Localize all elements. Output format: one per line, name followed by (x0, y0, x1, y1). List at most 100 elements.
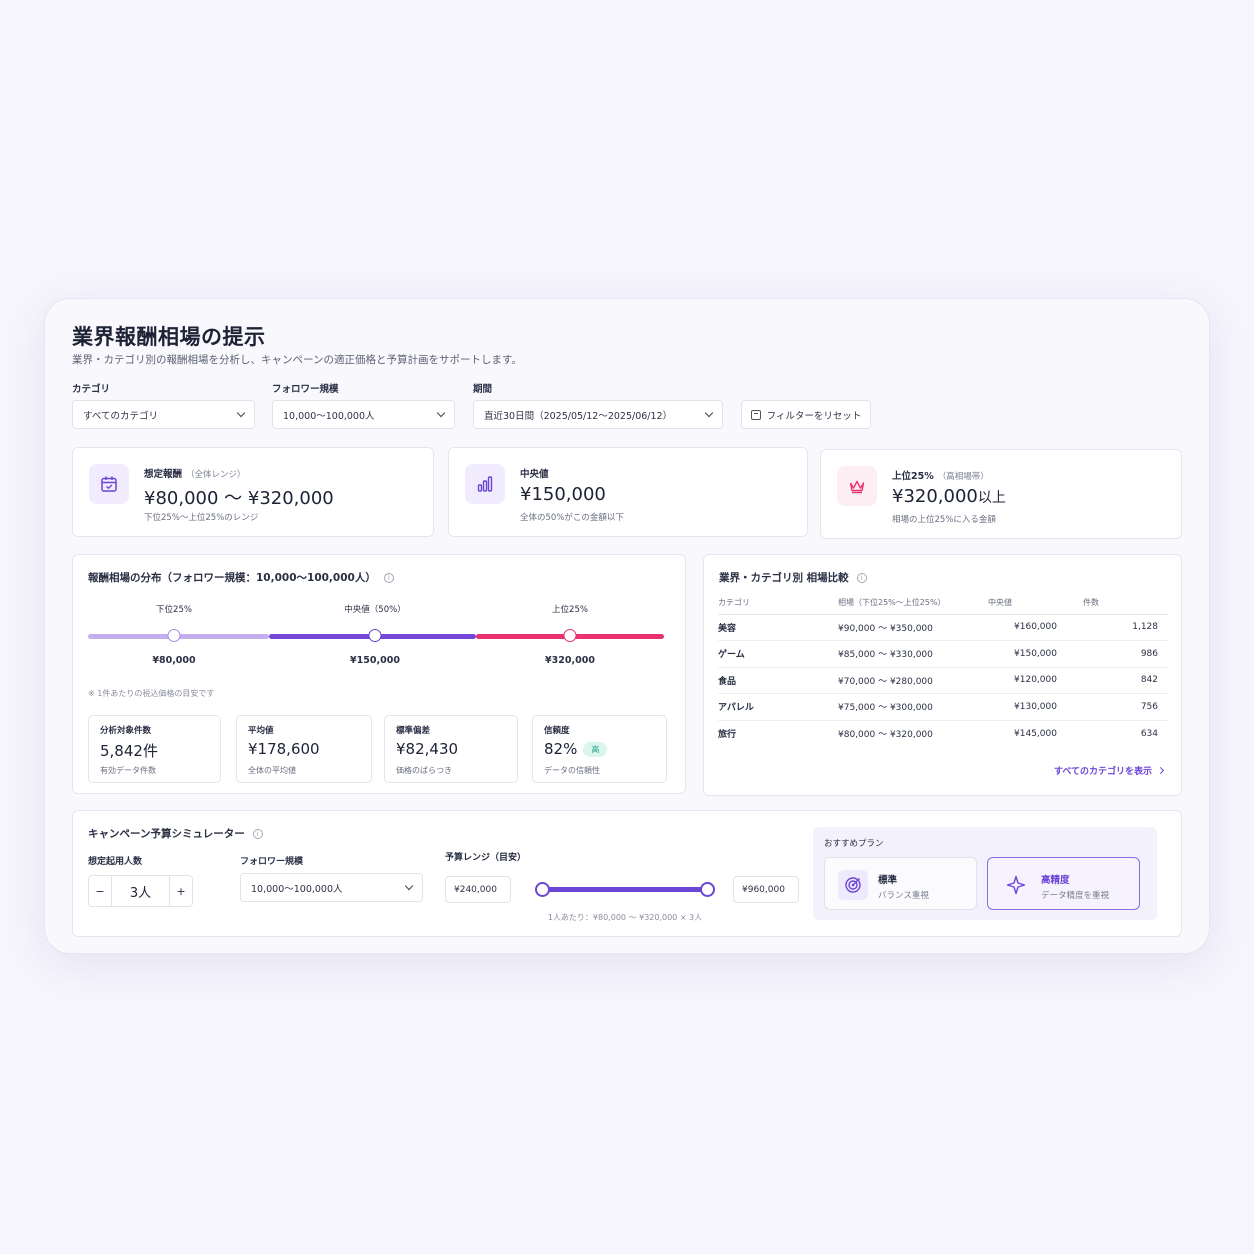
table-row[interactable]: 旅行 ¥80,000 〜 ¥320,000 ¥145,000 634 (718, 720, 1168, 747)
kpi-caption: 相場の上位25%に入る金額 (892, 515, 996, 525)
page-subtitle: 業界・カテゴリ別の報酬相場を分析し、キャンペーンの適正価格と予算計画をサポートし… (72, 354, 522, 366)
budget-simulator-card: キャンペーン予算シミュレーター i 想定起用人数 − 3人 + フォロワー規模 … (72, 810, 1182, 937)
distribution-knob-p75 (563, 629, 577, 642)
cell-category: ゲーム (718, 640, 838, 668)
chevron-down-icon (436, 408, 446, 418)
stat-label: 平均値 (248, 726, 274, 736)
dist-marker-value: ¥150,000 (350, 655, 400, 666)
stat-card-reliability: 信頼度 82% 高 データの信頼性 (532, 715, 667, 783)
dist-marker-value: ¥320,000 (545, 655, 595, 666)
target-icon (838, 870, 868, 900)
followers-select-value: 10,000〜100,000人 (283, 410, 375, 422)
stat-caption: 価格のばらつき (396, 766, 452, 775)
stat-value: 5,842件 (100, 742, 158, 760)
simulator-title: キャンペーン予算シミュレーター i (88, 826, 263, 841)
distribution-title: 報酬相場の分布（フォロワー規模：10,000〜100,000人） i (88, 570, 394, 585)
distribution-card: 報酬相場の分布（フォロワー規模：10,000〜100,000人） i 下位25%… (72, 554, 686, 794)
followers-select[interactable]: 10,000〜100,000人 (272, 400, 455, 429)
sim-followers-select[interactable]: 10,000〜100,000人 (240, 873, 423, 902)
stat-value: 82% 高 (544, 740, 608, 758)
cell-median: ¥120,000 (988, 667, 1083, 694)
budget-max-input[interactable]: ¥960,000 (733, 876, 799, 903)
followers-filter-label: フォロワー規模 (272, 384, 339, 395)
info-icon[interactable]: i (856, 572, 867, 583)
chevron-down-icon (236, 408, 246, 418)
stat-caption: 全体の平均値 (248, 766, 296, 775)
period-select[interactable]: 直近30日間（2025/05/12〜2025/06/12） (473, 400, 723, 429)
crown-icon (837, 466, 877, 506)
dist-marker-value: ¥80,000 (152, 655, 196, 666)
people-value: 3人 (111, 876, 170, 906)
increment-button[interactable]: + (170, 876, 192, 906)
budget-range-max-handle[interactable] (700, 882, 715, 897)
cell-count: 756 (1083, 693, 1168, 721)
cell-range: ¥85,000 〜 ¥330,000 (838, 640, 988, 668)
sparkle-icon (1001, 870, 1031, 900)
show-all-categories-link[interactable]: すべてのカテゴリを表示 (1053, 764, 1165, 777)
kpi-label: 想定報酬 （全体レンジ） (144, 469, 246, 480)
cell-range: ¥70,000 〜 ¥280,000 (838, 667, 988, 694)
reset-icon (750, 409, 761, 420)
chevron-right-icon (1156, 766, 1165, 775)
dist-marker-label: 中央値（50%） (344, 605, 406, 615)
kpi-value: ¥80,000 〜 ¥320,000 (144, 488, 334, 509)
stat-card-stddev: 標準偏差 ¥82,430 価格のばらつき (384, 715, 518, 783)
chevron-down-icon (704, 408, 714, 418)
dist-marker-label: 上位25% (552, 605, 588, 615)
plan-high-precision[interactable]: 高精度 データ精度を重視 (987, 857, 1140, 910)
cell-range: ¥80,000 〜 ¥320,000 (838, 730, 933, 740)
stat-value: ¥82,430 (396, 740, 459, 758)
period-filter-label: 期間 (473, 384, 493, 395)
distribution-knob-median (368, 629, 382, 642)
cell-count: 986 (1083, 640, 1168, 668)
info-icon[interactable]: i (252, 828, 263, 839)
plan-desc: データ精度を重視 (1041, 891, 1110, 901)
cell-range: ¥75,000 〜 ¥300,000 (838, 693, 988, 721)
cell-count: 1,128 (1083, 614, 1168, 641)
plan-name: 高精度 (1041, 875, 1070, 886)
column-header: 相場（下位25%〜上位25%） (838, 592, 988, 615)
cell-category: 美容 (718, 614, 838, 641)
quantity-stepper[interactable]: − 3人 + (88, 875, 193, 907)
cell-range: ¥90,000 〜 ¥350,000 (838, 614, 988, 641)
budget-note: 1人あたり：¥80,000 〜 ¥320,000 × 3人 (547, 913, 703, 922)
page-title: 業界報酬相場の提示 (72, 325, 266, 349)
budget-min-input[interactable]: ¥240,000 (445, 876, 511, 903)
cell-category: アパレル (718, 693, 838, 721)
kpi-caption: 全体の50%がこの金額以下 (520, 513, 624, 523)
kpi-value: ¥150,000 (520, 484, 606, 505)
category-select[interactable]: すべてのカテゴリ (72, 400, 255, 429)
stat-caption: データの信頼性 (544, 766, 600, 775)
kpi-label: 上位25% （高相場帯） (892, 471, 989, 482)
table-row[interactable]: 美容 ¥90,000 〜 ¥350,000 ¥160,000 1,128 (718, 614, 1168, 641)
chevron-down-icon (404, 881, 414, 891)
stat-card-average: 平均値 ¥178,600 全体の平均値 (236, 715, 372, 783)
table-row[interactable]: 食品 ¥70,000 〜 ¥280,000 ¥120,000 842 (718, 667, 1168, 694)
reset-filters-label: フィルターをリセット (766, 410, 862, 422)
cell-median: ¥145,000 (1014, 728, 1057, 739)
bar-chart-icon (465, 464, 505, 504)
plan-standard[interactable]: 標準 バランス重視 (824, 857, 977, 910)
decrement-button[interactable]: − (89, 876, 111, 906)
cell-median: ¥160,000 (988, 614, 1083, 641)
category-filter-label: カテゴリ (72, 384, 111, 395)
budget-range-min-handle[interactable] (535, 882, 550, 897)
info-icon[interactable]: i (383, 572, 394, 583)
kpi-caption: 下位25%〜上位25%のレンジ (144, 513, 259, 523)
calendar-icon (89, 464, 129, 504)
table-row[interactable]: ゲーム ¥85,000 〜 ¥330,000 ¥150,000 986 (718, 640, 1168, 668)
stat-label: 信頼度 (544, 726, 570, 736)
column-header: 中央値 (988, 592, 1083, 615)
kpi-card-top: 上位25% （高相場帯） ¥320,000以上 相場の上位25%に入る金額 (820, 449, 1182, 539)
comparison-table: カテゴリ 相場（下位25%〜上位25%） 中央値 件数 美容 ¥90,000 〜… (718, 592, 1168, 747)
comparison-title: 業界・カテゴリ別 相場比較 i (719, 570, 867, 585)
cell-median: ¥150,000 (988, 640, 1083, 668)
stat-label: 分析対象件数 (100, 726, 152, 736)
show-all-categories-label: すべてのカテゴリを表示 (1053, 767, 1152, 777)
plan-desc: バランス重視 (878, 891, 929, 901)
recommended-plans: おすすめプラン 標準 バランス重視 高精度 データ精度を重視 (813, 827, 1157, 920)
people-label: 想定起用人数 (88, 857, 143, 867)
period-select-value: 直近30日間（2025/05/12〜2025/06/12） (484, 410, 673, 422)
table-row[interactable]: アパレル ¥75,000 〜 ¥300,000 ¥130,000 756 (718, 693, 1168, 721)
reset-filters-button[interactable]: フィルターをリセット (741, 400, 871, 429)
